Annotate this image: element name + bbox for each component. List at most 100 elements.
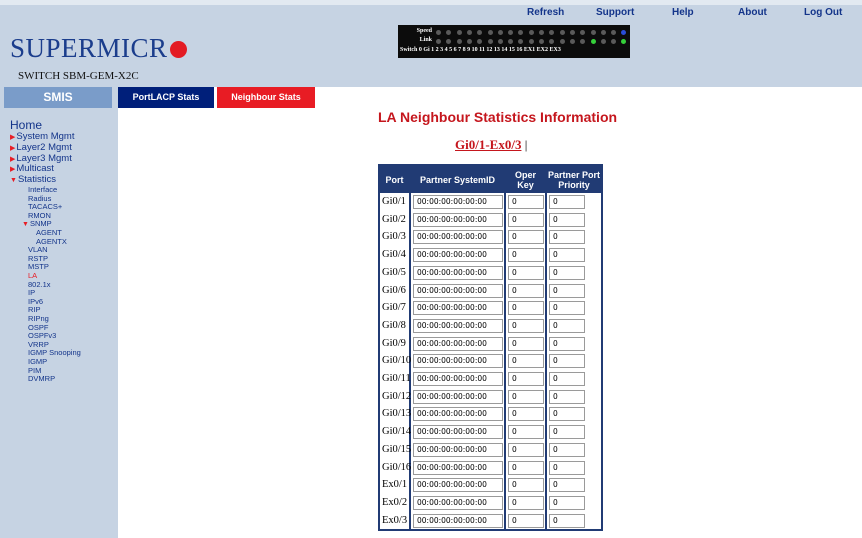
oper-key-field[interactable]: 0: [508, 301, 544, 316]
sidebar-item-multicast[interactable]: ▶Multicast: [10, 163, 54, 174]
partner-port-priority-field[interactable]: 0: [549, 301, 585, 316]
speed-led-icon: [456, 30, 462, 35]
partner-systemid-field[interactable]: 00:00:00:00:00:00: [413, 372, 503, 386]
oper-key-field[interactable]: 0: [508, 283, 544, 298]
port-cell: Gi0/7: [382, 302, 406, 314]
port-cell: Gi0/1: [382, 196, 406, 207]
oper-key-field[interactable]: 0: [508, 460, 544, 475]
port-cell: Gi0/11: [382, 373, 411, 384]
partner-systemid-field[interactable]: 00:00:00:00:00:00: [413, 301, 503, 316]
partner-port-priority-field[interactable]: 0: [549, 212, 585, 227]
sidebar-item-statistics[interactable]: ▼Statistics: [10, 174, 56, 185]
partner-systemid-field[interactable]: 00:00:00:00:00:00: [413, 442, 503, 457]
partner-port-priority-field[interactable]: 0: [549, 248, 585, 263]
link-led-icon: [621, 39, 627, 44]
help-link[interactable]: Help: [672, 7, 694, 18]
partner-port-priority-field[interactable]: 0: [549, 354, 585, 369]
partner-systemid-field[interactable]: 00:00:00:00:00:00: [413, 283, 503, 298]
oper-key-field[interactable]: 0: [508, 372, 544, 386]
partner-systemid-field[interactable]: 00:00:00:00:00:00: [413, 212, 503, 227]
sidebar-item-system-mgmt[interactable]: ▶System Mgmt: [10, 131, 74, 142]
tab-portlacp-stats[interactable]: PortLACP Stats: [118, 87, 214, 108]
oper-key-field[interactable]: 0: [508, 389, 544, 404]
sidebar-home-link[interactable]: Home: [10, 118, 42, 132]
oper-key-field[interactable]: 0: [508, 425, 544, 440]
oper-key-field[interactable]: 0: [508, 442, 544, 457]
partner-systemid-field[interactable]: 00:00:00:00:00:00: [413, 336, 503, 351]
oper-key-field[interactable]: 0: [508, 478, 544, 493]
partner-port-priority-field[interactable]: 0: [549, 265, 585, 280]
partner-port-priority-field[interactable]: 0: [549, 460, 585, 475]
port-cell: Gi0/13: [382, 408, 412, 420]
oper-key-field[interactable]: 0: [508, 354, 544, 369]
col-header-port: Port: [380, 166, 409, 193]
port-cell: Gi0/3: [382, 231, 406, 243]
partner-systemid-field[interactable]: 00:00:00:00:00:00: [413, 513, 503, 528]
sidebar-item-layer3-mgmt[interactable]: ▶Layer3 Mgmt: [10, 153, 72, 164]
smis-tab[interactable]: SMIS: [4, 87, 112, 108]
tab-neighbour-stats[interactable]: Neighbour Stats: [217, 87, 315, 108]
partner-systemid-field[interactable]: 00:00:00:00:00:00: [413, 248, 503, 263]
sidebar-item-label: Layer2 Mgmt: [16, 141, 72, 153]
supermicro-logo: SUPERMICR: [10, 33, 187, 64]
oper-key-field[interactable]: 0: [508, 495, 544, 510]
partner-port-priority-field[interactable]: 0: [549, 336, 585, 351]
partner-port-priority-field[interactable]: 0: [549, 230, 585, 245]
partner-systemid-field[interactable]: 00:00:00:00:00:00: [413, 478, 503, 493]
speed-led-icon: [528, 30, 534, 35]
sidebar-item-dvmrp[interactable]: DVMRP: [28, 374, 55, 383]
support-link[interactable]: Support: [596, 7, 634, 18]
port-range-row: Gi0/1-Ex0/3 |: [455, 137, 527, 153]
oper-key-field[interactable]: 0: [508, 513, 544, 528]
oper-key-field[interactable]: 0: [508, 195, 544, 209]
partner-systemid-field[interactable]: 00:00:00:00:00:00: [413, 265, 503, 280]
partner-port-priority-field[interactable]: 0: [549, 195, 585, 209]
refresh-link[interactable]: Refresh: [527, 7, 564, 18]
caret-right-icon: ▶: [10, 166, 16, 174]
partner-port-priority-field[interactable]: 0: [549, 513, 585, 528]
speed-led-icon: [487, 30, 493, 35]
partner-systemid-field[interactable]: 00:00:00:00:00:00: [413, 195, 503, 209]
partner-port-priority-field[interactable]: 0: [549, 283, 585, 298]
col-header-partner-port-priority: Partner Port Priority: [547, 166, 601, 193]
oper-key-field[interactable]: 0: [508, 336, 544, 351]
partner-port-priority-field[interactable]: 0: [549, 372, 585, 386]
oper-key-field[interactable]: 0: [508, 230, 544, 245]
partner-systemid-field[interactable]: 00:00:00:00:00:00: [413, 495, 503, 510]
partner-systemid-field[interactable]: 00:00:00:00:00:00: [413, 407, 503, 422]
oper-key-field[interactable]: 0: [508, 407, 544, 422]
port-cell: Gi0/6: [382, 284, 406, 296]
link-led-icon: [549, 39, 555, 44]
partner-port-priority-field[interactable]: 0: [549, 425, 585, 440]
partner-port-priority-field[interactable]: 0: [549, 318, 585, 333]
oper-key-field[interactable]: 0: [508, 318, 544, 333]
partner-port-priority-field[interactable]: 0: [549, 442, 585, 457]
oper-key-field[interactable]: 0: [508, 212, 544, 227]
partner-port-priority-field[interactable]: 0: [549, 389, 585, 404]
partner-port-priority-field[interactable]: 0: [549, 478, 585, 493]
link-led-icon: [528, 39, 534, 44]
port-cell: Gi0/14: [382, 426, 412, 438]
partner-port-priority-field[interactable]: 0: [549, 495, 585, 510]
speed-led-icon: [466, 30, 472, 35]
speed-led-icon: [611, 30, 617, 35]
link-led-icon: [446, 39, 452, 44]
partner-systemid-field[interactable]: 00:00:00:00:00:00: [413, 230, 503, 245]
partner-systemid-field[interactable]: 00:00:00:00:00:00: [413, 389, 503, 404]
link-led-icon: [466, 39, 472, 44]
sidebar-item-layer2-mgmt[interactable]: ▶Layer2 Mgmt: [10, 142, 72, 153]
switch-model-label: SWITCH SBM-GEM-X2C: [18, 70, 139, 82]
partner-port-priority-field[interactable]: 0: [549, 407, 585, 422]
partner-systemid-field[interactable]: 00:00:00:00:00:00: [413, 354, 503, 369]
partner-systemid-field[interactable]: 00:00:00:00:00:00: [413, 460, 503, 475]
oper-key-field[interactable]: 0: [508, 248, 544, 263]
partner-systemid-field[interactable]: 00:00:00:00:00:00: [413, 425, 503, 440]
page-title: LA Neighbour Statistics Information: [378, 109, 618, 125]
oper-key-field[interactable]: 0: [508, 265, 544, 280]
about-link[interactable]: About: [738, 7, 767, 18]
port-range-separator: |: [524, 137, 528, 152]
partner-systemid-field[interactable]: 00:00:00:00:00:00: [413, 318, 503, 333]
port-range-link[interactable]: Gi0/1-Ex0/3: [455, 137, 521, 152]
sidebar-item-label: DVMRP: [28, 374, 56, 384]
logout-link[interactable]: Log Out: [804, 7, 842, 18]
